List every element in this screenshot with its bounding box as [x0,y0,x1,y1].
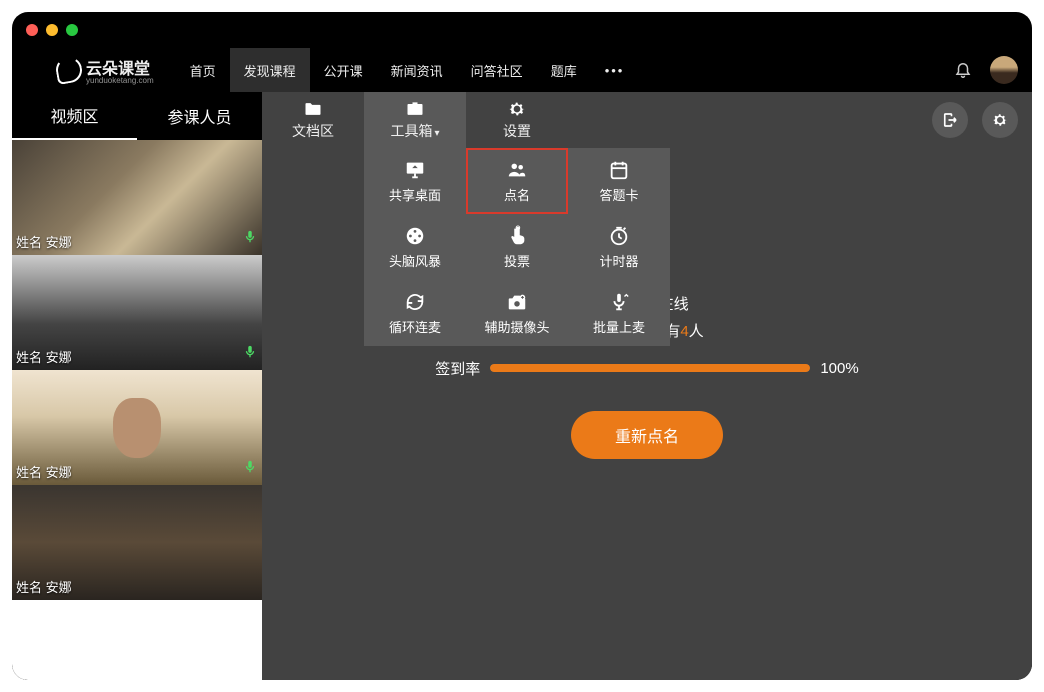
touch-icon [506,225,528,247]
brand[interactable]: 云朵课堂 yunduoketang.com [56,55,154,85]
mic-up-icon [608,291,630,313]
main-panel: 文档区 工具箱▾ 设置 [262,92,1032,680]
video-tile-empty[interactable] [12,600,262,680]
dd-timer[interactable]: 计时器 [568,214,670,280]
dd-share-desktop[interactable]: 共享桌面 [364,148,466,214]
film-reel-icon [404,225,426,247]
user-avatar[interactable] [990,56,1018,84]
nav-more[interactable]: ••• [591,48,639,92]
dd-roll-call[interactable]: 点名 [466,148,568,214]
app-body: 视频区 参课人员 姓名 安娜 姓名 安娜 姓名 安娜 [12,92,1032,680]
signin-progress-bar [490,364,810,372]
monitor-share-icon [404,159,426,181]
participant-name: 姓名 安娜 [16,462,72,481]
signin-rate-label: 签到率 [435,358,480,379]
traffic-lights [12,12,1032,48]
dd-brainstorm[interactable]: 头脑风暴 [364,214,466,280]
redo-rollcall-button[interactable]: 重新点名 [571,411,723,459]
signin-progress-fill [490,364,810,372]
toolbar-doc-area[interactable]: 文档区 [262,92,364,148]
maximize-window[interactable] [66,24,78,36]
video-tile[interactable]: 姓名 安娜 [12,255,262,370]
nav-home[interactable]: 首页 [176,48,230,92]
sidebar-tabs: 视频区 参课人员 [12,92,262,140]
top-right-controls [954,56,1018,84]
participant-name: 姓名 安娜 [16,347,72,366]
brand-cloud-icon [54,55,84,85]
video-tile[interactable]: 姓名 安娜 [12,370,262,485]
briefcase-icon [405,99,425,119]
exit-icon [941,111,959,129]
top-nav-bar: 云朵课堂 yunduoketang.com 首页 发现课程 公开课 新闻资讯 问… [12,48,1032,92]
dd-answer-card[interactable]: 答题卡 [568,148,670,214]
exit-button[interactable] [932,102,968,138]
toolbar-toolbox[interactable]: 工具箱▾ [364,92,466,148]
app-window: 云朵课堂 yunduoketang.com 首页 发现课程 公开课 新闻资讯 问… [12,12,1032,680]
signin-rate-row: 签到率 100% [435,358,858,379]
caret-down-icon: ▾ [434,128,439,139]
refresh-icon [404,291,426,313]
settings-button[interactable] [982,102,1018,138]
tab-participants[interactable]: 参课人员 [137,92,262,140]
clock-icon [608,225,630,247]
dd-aux-camera[interactable]: 辅助摄像头 [466,280,568,346]
toolbar-settings[interactable]: 设置 [466,92,568,148]
participant-name: 姓名 安娜 [16,577,72,596]
notifications-icon[interactable] [954,60,972,81]
video-tile[interactable]: 姓名 安娜 [12,485,262,600]
video-list: 姓名 安娜 姓名 安娜 姓名 安娜 姓名 安娜 [12,140,262,680]
mic-on-icon [244,345,256,364]
gear-icon [507,99,527,119]
top-nav: 首页 发现课程 公开课 新闻资讯 问答社区 题库 ••• [176,48,639,92]
sidebar: 视频区 参课人员 姓名 安娜 姓名 安娜 姓名 安娜 [12,92,262,680]
video-feed [12,600,262,680]
folder-icon [303,99,323,119]
dd-loop-mic[interactable]: 循环连麦 [364,280,466,346]
nav-news[interactable]: 新闻资讯 [377,48,457,92]
calendar-icon [608,159,630,181]
brand-subtitle: yunduoketang.com [86,76,154,85]
toolbar-label: 文档区 [292,121,334,141]
toolbar-label: 设置 [503,121,531,141]
minimize-window[interactable] [46,24,58,36]
toolbar-label: 工具箱▾ [390,121,439,141]
dd-batch-mic[interactable]: 批量上麦 [568,280,670,346]
toolbox-dropdown: 共享桌面 点名 答题卡 头脑风暴 投票 [364,148,670,346]
people-icon [506,159,528,181]
nav-qa-community[interactable]: 问答社区 [457,48,537,92]
close-window[interactable] [26,24,38,36]
panel-toolbar: 文档区 工具箱▾ 设置 [262,92,1032,148]
participant-name: 姓名 安娜 [16,232,72,251]
dd-vote[interactable]: 投票 [466,214,568,280]
camera-plus-icon [506,291,528,313]
mic-on-icon [244,230,256,249]
mic-on-icon [244,460,256,479]
nav-discover-courses[interactable]: 发现课程 [230,48,310,92]
video-tile[interactable]: 姓名 安娜 [12,140,262,255]
signin-rate-value: 100% [820,360,858,377]
tab-video-area[interactable]: 视频区 [12,92,137,140]
nav-open-courses[interactable]: 公开课 [310,48,377,92]
nav-question-bank[interactable]: 题库 [537,48,591,92]
gear-icon [991,111,1009,129]
